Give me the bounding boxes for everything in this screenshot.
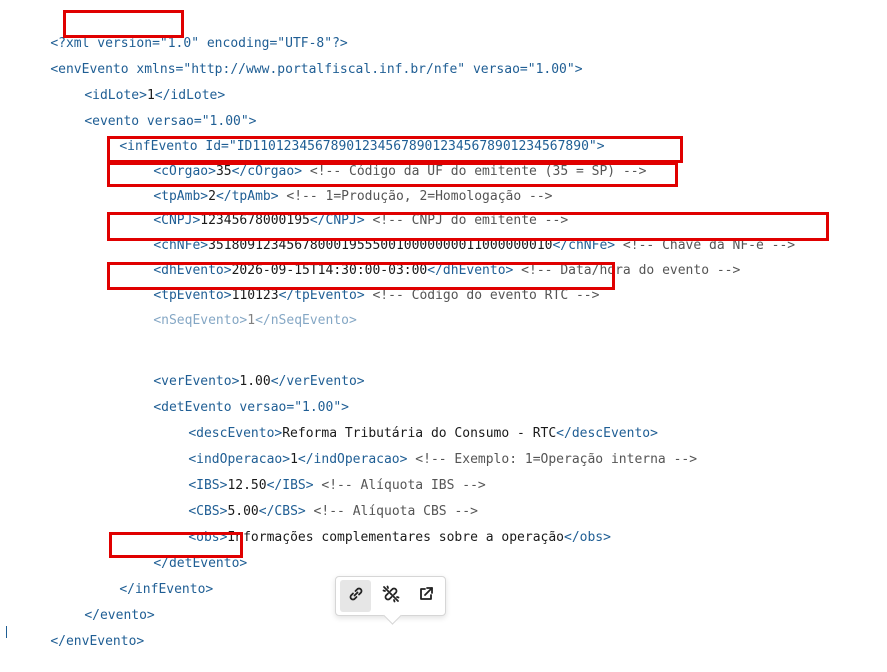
code-line-tpamb: <tpAmb>2</tpAmb> <!-- 1=Produção, 2=Homo… <box>122 167 552 204</box>
code-line-infevento-open: <infEvento Id="ID11012345678901234567890… <box>88 117 604 154</box>
code-line-idlote: <idLote>1</idLote> <box>53 66 225 103</box>
open-link-button[interactable] <box>410 580 441 612</box>
link-balloon-toolbar <box>335 576 446 616</box>
xml-code-editor[interactable]: <?xml version="1.0" encoding="UTF-8"?> <… <box>0 0 887 651</box>
code-line-indoperacao: <indOperacao>1</indOperacao> <!-- Exempl… <box>157 430 697 467</box>
edit-link-button[interactable] <box>340 580 371 612</box>
nseqevento-value: 1 <box>247 313 256 328</box>
code-line-ibs: <IBS>12.50</IBS> <!-- Alíquota IBS --> <box>157 456 485 493</box>
code-line-cbs: <CBS>5.00</CBS> <!-- Alíquota CBS --> <box>157 482 478 519</box>
unlink-icon <box>381 584 401 608</box>
unlink-button[interactable] <box>375 580 406 612</box>
tpevento-comment: <!-- Código do evento RTC --> <box>364 288 600 303</box>
obs-value: Informações complementares sobre a opera… <box>227 530 564 545</box>
code-line-cnpj: <CNPJ>12345678000195</CNPJ> <!-- CNPJ do… <box>122 191 568 228</box>
envevento-close-tag: </envEvento> <box>50 634 145 649</box>
link-icon <box>346 584 366 608</box>
code-line-corgao: <cOrgao>35</cOrgao> <!-- Código da UF do… <box>122 142 646 179</box>
code-line-xml-declaration: <?xml version="1.0" encoding="UTF-8"?> <box>19 14 347 51</box>
code-line-detevento-open: <detEvento versao="1.00"> <box>122 378 349 415</box>
code-line-envevento-close: </envEvento> <box>19 612 144 649</box>
code-line-envevento-open: <envEvento xmlns="http://www.portalfisca… <box>19 40 582 77</box>
nseqevento-close-tag: </nSeqEvento> <box>255 313 357 328</box>
code-line-tpevento: <tpEvento>110123</tpEvento> <!-- Código … <box>122 266 599 303</box>
code-line-detevento-close: </detEvento> <box>122 534 247 571</box>
code-line-descevento: <descEvento>Reforma Tributária do Consum… <box>157 404 658 441</box>
nseqevento-open-tag: <nSeqEvento> <box>153 313 248 328</box>
code-line-evento-close: </evento> <box>53 586 154 623</box>
code-line-dhevento: <dhEvento>2026-09-15T14:30:00-03:00</dhE… <box>122 241 740 278</box>
code-line-nseqevento: <nSeqEvento>1</nSeqEvento> <box>122 291 357 328</box>
code-line-evento-open: <evento versao="1.00"> <box>53 92 256 129</box>
code-line-infevento-close: </infEvento> <box>88 560 213 597</box>
code-line-verevento: <verEvento>1.00</verEvento> <box>122 352 364 389</box>
text-caret <box>6 626 7 638</box>
code-line-obs: <obs>Informações complementares sobre a … <box>157 508 611 545</box>
external-link-icon <box>416 584 436 608</box>
obs-close-tag: </obs> <box>564 530 611 545</box>
code-line-chnfe: <chNFe>351809123456780001955500100000000… <box>122 216 795 253</box>
